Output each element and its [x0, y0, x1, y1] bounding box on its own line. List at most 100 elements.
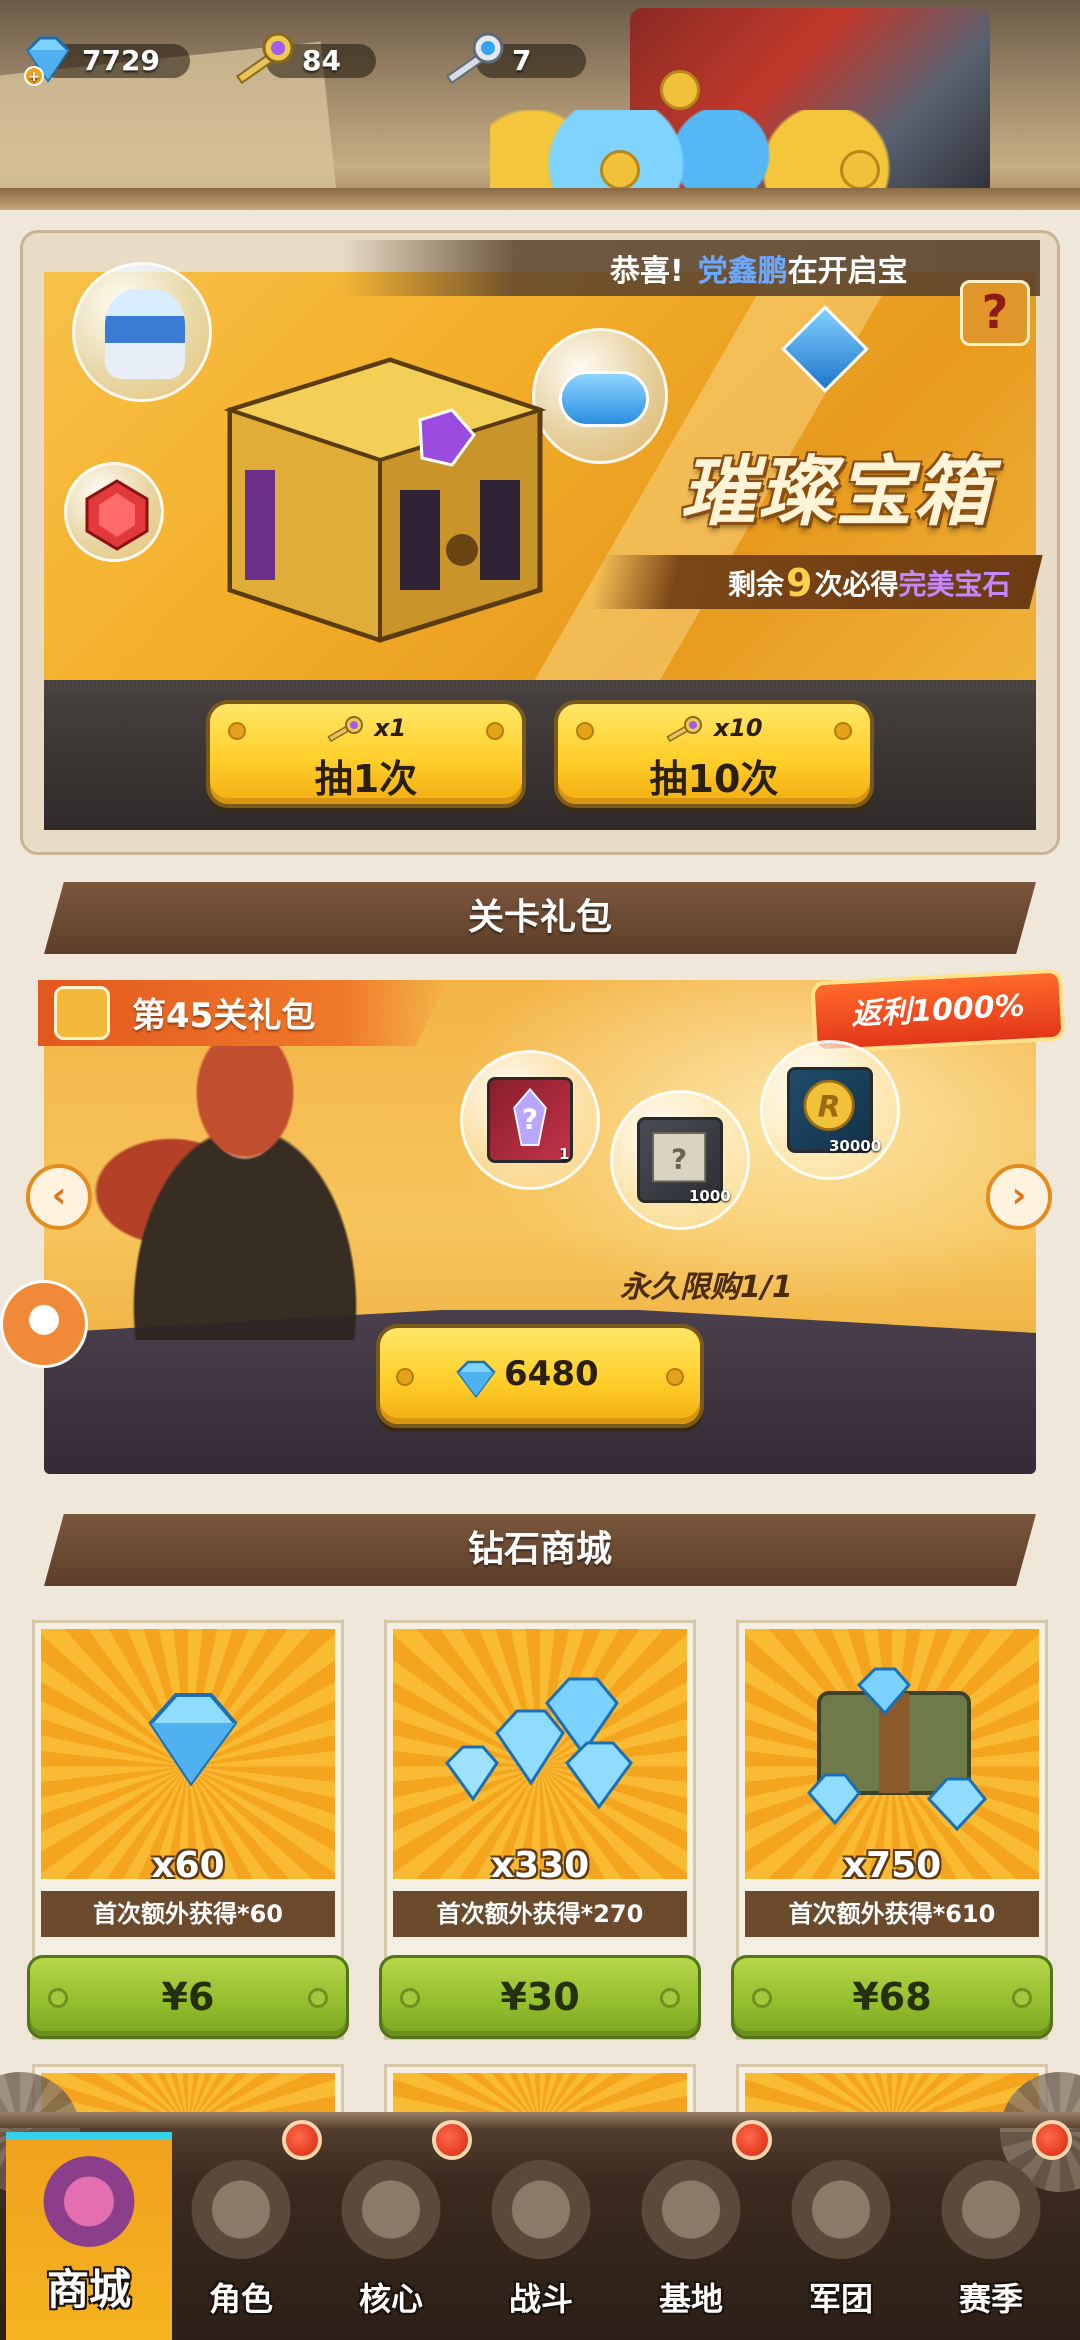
diamond-chest-icon	[807, 1667, 987, 1832]
purple-key-count: 84	[302, 43, 341, 77]
draw-1-button[interactable]: x1 抽1次	[206, 700, 526, 808]
season-medal-icon	[936, 2160, 1046, 2270]
diamond-small-icon	[148, 1693, 238, 1787]
soldier-icon	[186, 2160, 296, 2270]
chest-title: 璀璨宝箱	[680, 447, 992, 536]
purchase-limit: 永久限购1/1	[620, 1270, 793, 1305]
buy-pack-330-button[interactable]: ¥30	[379, 1955, 701, 2039]
svg-text:+: +	[28, 69, 40, 85]
svg-text:?: ?	[522, 1102, 538, 1135]
draw-10-label: 抽10次	[649, 757, 779, 801]
reward-qty-2: 1000	[689, 1187, 731, 1205]
svg-text:?: ?	[671, 1142, 687, 1175]
section-header-diamond-shop: 钻石商城	[44, 1514, 1036, 1586]
notification-dot	[282, 2120, 322, 2160]
nav-core[interactable]: 核心	[316, 2140, 466, 2340]
draw-10-cost: x10	[713, 714, 763, 742]
nav-label: 基地	[658, 2280, 723, 2318]
reward-item-3[interactable]: R 30000	[760, 1040, 900, 1180]
svg-text:R: R	[818, 1090, 841, 1125]
pack-bonus: 首次额外获得*270	[393, 1891, 687, 1937]
ticker-prefix: 恭喜!	[610, 254, 684, 289]
reward-item-2[interactable]: ? 1000	[610, 1090, 750, 1230]
gift-buy-button[interactable]: 6480	[376, 1324, 704, 1428]
pack-amount: x750	[842, 1845, 942, 1886]
blue-key-count: 7	[512, 43, 532, 77]
broadcast-ticker: 恭喜! 党鑫鹏 在开启宝	[340, 240, 1040, 296]
pack-price: ¥30	[500, 1975, 580, 2019]
shop-icon	[34, 2152, 144, 2262]
chest-draw-area	[44, 680, 1036, 830]
diamond-pile-icon	[445, 1677, 633, 1810]
next-gift-button[interactable]: ›	[986, 1164, 1052, 1230]
pack-bonus: 首次额外获得*610	[745, 1891, 1039, 1937]
remain-count: 9	[786, 561, 813, 605]
notification-dot	[1032, 2120, 1072, 2160]
heroine-portrait	[60, 1010, 430, 1340]
resource-purple-keys[interactable]: 84	[230, 30, 376, 90]
rebate-badge: 返利1000%	[810, 968, 1066, 1054]
nav-shop[interactable]: 商城	[6, 2132, 172, 2340]
diamond-pack-330[interactable]: x330 首次额外获得*270 ¥30	[379, 1620, 701, 2040]
draw-1-cost: x1	[374, 714, 407, 742]
nav-base[interactable]: 基地	[616, 2140, 766, 2340]
notification-dot	[432, 2120, 472, 2160]
core-icon	[336, 2160, 446, 2270]
purple-key-icon	[666, 716, 703, 743]
prev-gift-button[interactable]: ‹	[26, 1164, 92, 1230]
notification-dot	[732, 2120, 772, 2160]
coin-decor	[840, 150, 880, 190]
remain-mid: 次必得	[814, 568, 899, 601]
coin-decor	[600, 150, 640, 190]
tower-icon	[636, 2160, 746, 2270]
nav-label: 核心	[358, 2280, 423, 2318]
legion-shield-icon	[786, 2160, 896, 2270]
nav-label: 战斗	[508, 2280, 573, 2318]
resource-blue-keys[interactable]: 7	[440, 30, 586, 90]
reward-qty-1: 1	[559, 1145, 570, 1163]
nav-legion[interactable]: 军团	[766, 2140, 916, 2340]
pistols-icon	[486, 2160, 596, 2270]
gem-icon	[456, 1360, 496, 1399]
nav-label: 角色	[208, 2280, 273, 2318]
reward-qty-3: 30000	[829, 1137, 882, 1155]
purple-key-icon	[235, 32, 294, 85]
hero-figure-icon	[105, 289, 185, 379]
ticker-player-name: 党鑫鹏	[697, 254, 788, 289]
reward-item-1[interactable]: ? 1	[460, 1050, 600, 1190]
gem-count: 7729	[82, 43, 160, 77]
pack-price: ¥6	[161, 1975, 215, 2019]
pack-amount: x330	[490, 1845, 590, 1886]
ruby-preview-bubble	[64, 462, 164, 562]
chat-float-icon[interactable]	[0, 1280, 88, 1368]
buy-pack-750-button[interactable]: ¥68	[731, 1955, 1053, 2039]
blue-key-icon	[445, 32, 504, 85]
remain-prefix: 剩余	[728, 568, 785, 601]
remain-reward: 完美宝石	[898, 568, 1011, 601]
coin-decor	[660, 70, 700, 110]
nav-label: 军团	[808, 2280, 873, 2318]
diamond-pack-750[interactable]: x750 首次额外获得*610 ¥68	[731, 1620, 1053, 2040]
buy-pack-60-button[interactable]: ¥6	[27, 1955, 349, 2039]
section-header-level-gift: 关卡礼包	[44, 882, 1036, 954]
draw-10-button[interactable]: x10 抽10次	[554, 700, 874, 808]
nav-season[interactable]: 赛季	[916, 2140, 1066, 2340]
help-button[interactable]: ?	[960, 280, 1030, 346]
chest-icon	[223, 357, 547, 643]
purple-key-icon	[327, 716, 363, 743]
nav-battle[interactable]: 战斗	[466, 2140, 616, 2340]
nav-label: 赛季	[958, 2280, 1023, 2318]
nav-character[interactable]: 角色	[166, 2140, 316, 2340]
pack-bonus: 首次额外获得*60	[41, 1891, 335, 1937]
diamond-pack-60[interactable]: x60 首次额外获得*60 ¥6	[27, 1620, 349, 2040]
nav-label: 商城	[46, 2265, 131, 2314]
ticker-suffix: 在开启宝	[787, 254, 908, 289]
gift-box-icon	[54, 986, 110, 1040]
gem-icon: +	[24, 36, 70, 86]
pack-amount: x60	[151, 1845, 225, 1886]
guarantee-text: 剩余 9 次必得 完美宝石	[728, 560, 1011, 606]
gift-price: 6480	[504, 1354, 599, 1394]
mech-pet-icon	[559, 371, 649, 427]
resource-gems[interactable]: + 7729	[20, 30, 190, 90]
pack-price: ¥68	[852, 1975, 932, 2019]
